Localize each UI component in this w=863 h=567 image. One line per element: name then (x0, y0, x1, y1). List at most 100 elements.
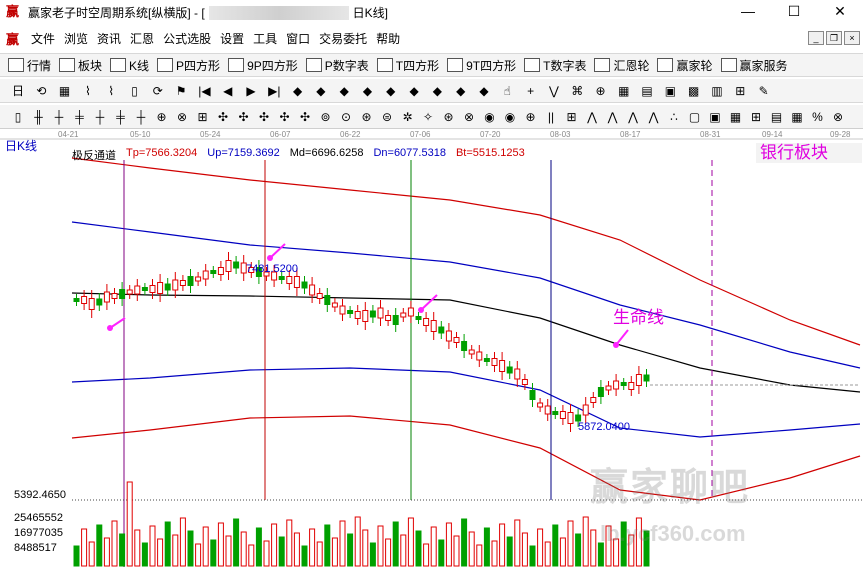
menu-help[interactable]: 帮助 (376, 30, 400, 47)
toolbar2_icons-tool-icon[interactable]: 日 (10, 83, 26, 99)
toolbar2_icons-tool-icon[interactable]: ▯ (127, 83, 143, 99)
toolbar2_icons-tool-icon[interactable]: ▶ (243, 83, 259, 99)
toolbar2_icons-tool-icon[interactable]: ⌇ (103, 83, 119, 99)
toolbar2_icons-tool-icon[interactable]: ⌘ (569, 83, 585, 99)
toolbar3_icons-tool-icon[interactable]: ⊗ (830, 109, 846, 125)
toolbar3_icons-tool-icon[interactable]: ⋀ (605, 109, 621, 125)
toolbar2_icons-tool-icon[interactable]: ◆ (336, 83, 352, 99)
toolbar2_icons-tool-icon[interactable]: ⟳ (150, 83, 166, 99)
toolbar-button-sector[interactable]: 板块 (59, 57, 102, 74)
toolbar2_icons-tool-icon[interactable]: ▣ (662, 83, 678, 99)
minimize-button[interactable]: — (725, 0, 771, 24)
toolbar3_icons-tool-icon[interactable]: ▦ (728, 109, 744, 125)
toolbar3_icons-tool-icon[interactable]: ⊞ (564, 109, 580, 125)
mdi-minimize-button[interactable]: _ (808, 31, 824, 45)
toolbar3_icons-tool-icon[interactable]: ⋀ (584, 109, 600, 125)
toolbar2_icons-tool-icon[interactable]: ◆ (313, 83, 329, 99)
toolbar3_icons-tool-icon[interactable]: ∴ (666, 109, 682, 125)
toolbar-button-t-number-table[interactable]: T数字表 (524, 57, 586, 74)
toolbar3_icons-tool-icon[interactable]: ┼ (51, 109, 67, 125)
toolbar2_icons-tool-icon[interactable]: ▩ (686, 83, 702, 99)
menu-trade[interactable]: 交易委托 (319, 30, 367, 47)
toolbar2_icons-tool-icon[interactable]: ⊞ (732, 83, 748, 99)
close-button[interactable]: ✕ (817, 0, 863, 24)
toolbar3_icons-tool-icon[interactable]: ┼ (133, 109, 149, 125)
toolbar-button-winner-wheel[interactable]: 赢家轮 (657, 57, 713, 74)
toolbar3_icons-tool-icon[interactable]: ⊗ (461, 109, 477, 125)
menu-formula-select[interactable]: 公式选股 (163, 30, 211, 47)
toolbar-button-quote[interactable]: 行情 (8, 57, 51, 74)
toolbar3_icons-tool-icon[interactable]: ⋀ (625, 109, 641, 125)
toolbar2_icons-tool-icon[interactable]: ✎ (756, 83, 772, 99)
menu-file[interactable]: 文件 (31, 30, 55, 47)
toolbar2_icons-tool-icon[interactable]: ⟲ (33, 83, 49, 99)
toolbar3_icons-tool-icon[interactable]: ✣ (277, 109, 293, 125)
toolbar3_icons-tool-icon[interactable]: ▦ (789, 109, 805, 125)
toolbar2_icons-tool-icon[interactable]: ◆ (406, 83, 422, 99)
menu-tools[interactable]: 工具 (253, 30, 277, 47)
toolbar3_icons-tool-icon[interactable]: ⊗ (174, 109, 190, 125)
toolbar2_icons-tool-icon[interactable]: ▥ (709, 83, 725, 99)
toolbar2_icons-tool-icon[interactable]: |◀ (196, 83, 212, 99)
toolbar2_icons-tool-icon[interactable]: + (523, 83, 539, 99)
toolbar2_icons-tool-icon[interactable]: ◀ (220, 83, 236, 99)
mdi-app-icon[interactable]: 赢 (6, 29, 22, 48)
menu-huien[interactable]: 汇恩 (130, 30, 154, 47)
toolbar2_icons-tool-icon[interactable]: ◆ (290, 83, 306, 99)
toolbar-button-p-number-table[interactable]: P数字表 (305, 57, 369, 74)
toolbar3_icons-tool-icon[interactable]: ✲ (400, 109, 416, 125)
toolbar3_icons-tool-icon[interactable]: ✣ (236, 109, 252, 125)
toolbar3_icons-tool-icon[interactable]: ◉ (502, 109, 518, 125)
toolbar3_icons-tool-icon[interactable]: ✧ (420, 109, 436, 125)
toolbar3_icons-tool-icon[interactable]: ▣ (707, 109, 723, 125)
toolbar2_icons-tool-icon[interactable]: ▤ (639, 83, 655, 99)
toolbar3_icons-tool-icon[interactable]: ⊕ (523, 109, 539, 125)
toolbar2_icons-tool-icon[interactable]: ◆ (453, 83, 469, 99)
toolbar3_icons-tool-icon[interactable]: || (543, 109, 559, 125)
toolbar3_icons-tool-icon[interactable]: ⊞ (748, 109, 764, 125)
maximize-button[interactable]: ☐ (771, 0, 817, 24)
toolbar3_icons-tool-icon[interactable]: ◉ (482, 109, 498, 125)
toolbar2_icons-tool-icon[interactable]: ⌇ (80, 83, 96, 99)
menu-settings[interactable]: 设置 (220, 30, 244, 47)
toolbar2_icons-tool-icon[interactable]: ▦ (57, 83, 73, 99)
toolbar2_icons-tool-icon[interactable]: ◆ (476, 83, 492, 99)
toolbar3_icons-tool-icon[interactable]: ⊞ (195, 109, 211, 125)
toolbar3_icons-tool-icon[interactable]: ⊕ (154, 109, 170, 125)
toolbar3_icons-tool-icon[interactable]: ⊙ (338, 109, 354, 125)
toolbar3_icons-tool-icon[interactable]: ⊚ (318, 109, 334, 125)
toolbar3_icons-tool-icon[interactable]: ✣ (256, 109, 272, 125)
toolbar2_icons-tool-icon[interactable]: ◆ (429, 83, 445, 99)
toolbar3_icons-tool-icon[interactable]: ╪ (72, 109, 88, 125)
toolbar2_icons-tool-icon[interactable]: ◆ (360, 83, 376, 99)
toolbar3_icons-tool-icon[interactable]: ▤ (769, 109, 785, 125)
toolbar3_icons-tool-icon[interactable]: ✣ (215, 109, 231, 125)
toolbar2_icons-tool-icon[interactable]: ▶| (266, 83, 282, 99)
menu-browse[interactable]: 浏览 (64, 30, 88, 47)
toolbar3_icons-tool-icon[interactable]: % (810, 109, 826, 125)
toolbar3_icons-tool-icon[interactable]: ┼ (92, 109, 108, 125)
toolbar3_icons-tool-icon[interactable]: ⋀ (646, 109, 662, 125)
toolbar3_icons-tool-icon[interactable]: ╪ (113, 109, 129, 125)
toolbar2_icons-tool-icon[interactable]: ⋁ (546, 83, 562, 99)
toolbar-button-kline[interactable]: K线 (110, 57, 149, 74)
toolbar2_icons-tool-icon[interactable]: ⊕ (593, 83, 609, 99)
toolbar-button-winner-service[interactable]: 赢家服务 (720, 57, 788, 74)
toolbar2_icons-tool-icon[interactable]: ▦ (616, 83, 632, 99)
toolbar-button-p-square[interactable]: P四方形 (157, 57, 220, 74)
mdi-restore-button[interactable]: ❐ (826, 31, 842, 45)
toolbar3_icons-tool-icon[interactable]: ⊜ (379, 109, 395, 125)
toolbar-button-9p-square[interactable]: 9P四方形 (228, 57, 298, 74)
toolbar3_icons-tool-icon[interactable]: ▢ (687, 109, 703, 125)
toolbar3_icons-tool-icon[interactable]: ╫ (31, 109, 47, 125)
toolbar3_icons-tool-icon[interactable]: ⊛ (441, 109, 457, 125)
menu-info[interactable]: 资讯 (97, 30, 121, 47)
toolbar-button-t-square[interactable]: T四方形 (376, 57, 439, 74)
toolbar2_icons-tool-icon[interactable]: ⚑ (173, 83, 189, 99)
toolbar3_icons-tool-icon[interactable]: ▯ (10, 109, 26, 125)
menu-window[interactable]: 窗口 (286, 30, 310, 47)
toolbar-button-huien-wheel[interactable]: 汇恩轮 (594, 57, 649, 74)
toolbar2_icons-tool-icon[interactable]: ☝ (499, 83, 515, 99)
toolbar3_icons-tool-icon[interactable]: ⊛ (359, 109, 375, 125)
mdi-close-button[interactable]: × (844, 31, 860, 45)
